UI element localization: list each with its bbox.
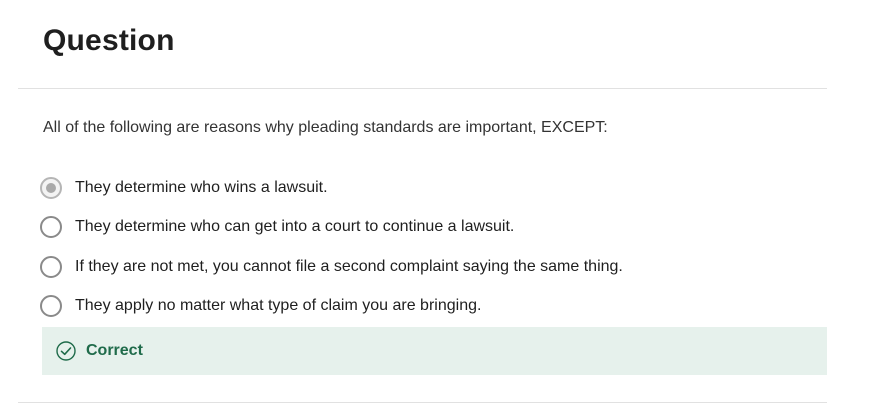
answer-options: They determine who wins a lawsuit. They … — [40, 168, 820, 326]
page-title: Question — [43, 24, 175, 57]
feedback-text: Correct — [86, 342, 143, 359]
answer-option[interactable]: They apply no matter what type of claim … — [40, 287, 820, 327]
answer-option[interactable]: They determine who wins a lawsuit. — [40, 168, 820, 208]
radio-button[interactable] — [40, 295, 62, 318]
answer-option-label: They apply no matter what type of claim … — [75, 297, 482, 315]
question-page: Question All of the following are reason… — [18, 0, 827, 415]
check-circle-icon — [56, 341, 76, 361]
answer-option-label: They determine who can get into a court … — [75, 218, 515, 236]
footer-divider — [18, 402, 827, 403]
header-divider — [18, 88, 827, 89]
answer-option[interactable]: They determine who can get into a court … — [40, 208, 820, 248]
answer-option-label: They determine who wins a lawsuit. — [75, 178, 328, 196]
radio-button[interactable] — [40, 255, 62, 278]
radio-button-selected[interactable] — [40, 176, 62, 199]
feedback-banner: Correct — [42, 327, 827, 375]
question-prompt: All of the following are reasons why ple… — [43, 119, 608, 136]
answer-option[interactable]: If they are not met, you cannot file a s… — [40, 247, 820, 287]
radio-button[interactable] — [40, 216, 62, 239]
answer-option-label: If they are not met, you cannot file a s… — [75, 257, 623, 275]
